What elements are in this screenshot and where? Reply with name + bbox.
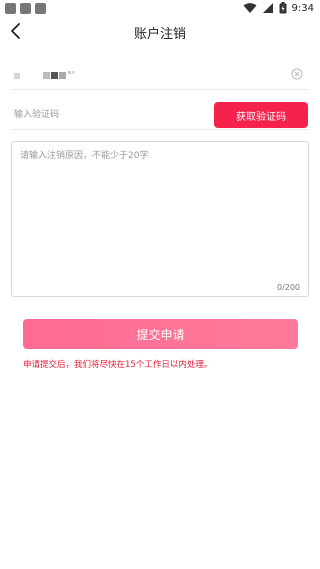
account-field bbox=[11, 60, 309, 90]
character-counter: 0/200 bbox=[276, 283, 300, 292]
header: 账户注销 bbox=[0, 18, 320, 46]
submit-button[interactable]: 提交申请 bbox=[23, 319, 298, 349]
reason-box: 0/200 bbox=[11, 141, 309, 297]
notification-icon bbox=[20, 3, 31, 14]
battery-icon bbox=[279, 2, 287, 14]
clock: 9:34 bbox=[291, 2, 314, 14]
signal-icon bbox=[262, 3, 273, 13]
verification-code-input[interactable] bbox=[14, 104, 204, 126]
masked-account-text bbox=[14, 71, 75, 79]
clear-icon[interactable] bbox=[291, 68, 303, 80]
notice-text: 申请提交后，我们将尽快在15个工作日以内处理。 bbox=[23, 360, 213, 370]
wifi-icon bbox=[243, 3, 257, 13]
reason-textarea[interactable] bbox=[20, 148, 302, 276]
notification-icons bbox=[5, 3, 46, 14]
page-title: 账户注销 bbox=[133, 27, 186, 42]
notification-icon bbox=[5, 3, 16, 14]
system-indicators: 9:34 bbox=[243, 2, 314, 14]
verification-code-row: 获取验证码 bbox=[11, 102, 309, 130]
status-bar: 9:34 bbox=[0, 0, 320, 18]
notification-icon bbox=[35, 3, 46, 14]
get-code-button[interactable]: 获取验证码 bbox=[214, 102, 308, 128]
